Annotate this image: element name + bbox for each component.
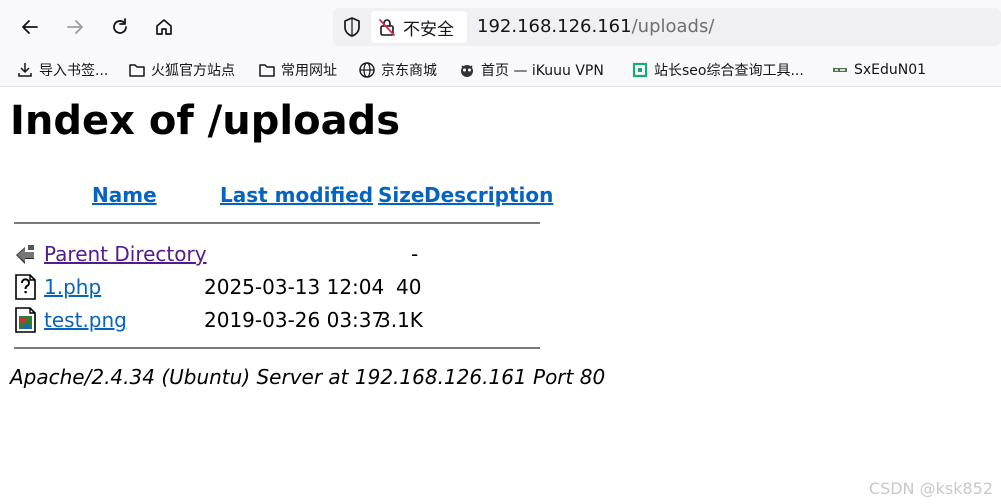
ikuuu-favicon	[461, 65, 473, 77]
back-button[interactable]	[14, 11, 46, 43]
footer-divider	[14, 347, 540, 349]
bookmark-label: SxEduN01	[854, 62, 927, 78]
bookmark-label: 站长seo综合查询工具...	[654, 63, 804, 79]
bookmark-firefox-sites[interactable]: 火狐官方站点	[128, 60, 235, 80]
row-size: 3.1K	[378, 308, 423, 332]
bookmark-label: 常用网址	[281, 63, 337, 79]
bookmark-import[interactable]: 导入书签...	[16, 60, 108, 80]
globe-icon	[359, 62, 375, 78]
sort-by-name-link[interactable]: Name	[92, 183, 157, 207]
forward-arrow-icon	[67, 20, 83, 34]
page-content: Index of /uploads Name Last modified Siz…	[0, 87, 1001, 504]
bookmark-common-sites[interactable]: 常用网址	[258, 60, 337, 80]
image-file-icon[interactable]	[14, 307, 38, 333]
url-bar[interactable]: 不安全 192.168.126.161/uploads/	[333, 8, 1001, 46]
reload-button[interactable]	[104, 11, 136, 43]
back-folder-icon[interactable]	[14, 241, 38, 267]
bookmarks-bar: 导入书签... 火狐官方站点 常用网址 京东商城 首页 — iKuuu VPN …	[0, 54, 1001, 87]
unknown-file-icon[interactable]	[14, 274, 38, 300]
sort-by-description-link[interactable]: Description	[424, 183, 553, 207]
file-link-test-png[interactable]: test.png	[44, 308, 127, 332]
server-signature: Apache/2.4.34 (Ubuntu) Server at 192.168…	[10, 365, 606, 389]
bookmark-label: 京东商城	[381, 63, 437, 79]
browser-toolbar: 不安全 192.168.126.161/uploads/	[0, 0, 1001, 54]
home-icon	[156, 19, 172, 35]
reload-icon	[113, 18, 127, 34]
shield-icon[interactable]	[341, 16, 363, 38]
row-size: -	[411, 242, 419, 266]
seo-tool-favicon	[632, 62, 648, 78]
header-divider	[14, 222, 540, 224]
bookmark-seo-tool[interactable]: 站长seo综合查询工具...	[631, 60, 804, 80]
bookmark-label: 首页 — iKuuu VPN	[481, 63, 604, 79]
bookmark-label: 火狐官方站点	[151, 63, 235, 79]
parent-directory-link[interactable]: Parent Directory	[44, 242, 207, 266]
bookmark-label: 导入书签...	[39, 63, 109, 79]
bookmark-ikuuu[interactable]: 首页 — iKuuu VPN	[458, 60, 604, 80]
sort-by-modified-link[interactable]: Last modified	[220, 183, 373, 207]
security-indicator[interactable]: 不安全	[371, 11, 467, 43]
sort-by-size-link[interactable]: Size	[378, 183, 424, 207]
url-text[interactable]: 192.168.126.161/uploads/	[477, 16, 714, 37]
import-bookmarks-icon	[18, 63, 32, 77]
file-link-1-php[interactable]: 1.php	[44, 275, 101, 299]
row-size: 40	[396, 275, 422, 299]
row-modified: 2019-03-26 03:37	[204, 308, 385, 332]
folder-icon	[259, 64, 275, 77]
insecure-lock-icon	[379, 19, 395, 36]
forward-button[interactable]	[59, 11, 91, 43]
security-label: 不安全	[403, 19, 454, 40]
url-path: /uploads/	[631, 16, 715, 37]
bookmark-sxedun01[interactable]: SxEduN01	[831, 60, 926, 80]
bookmark-jd[interactable]: 京东商城	[358, 60, 437, 80]
url-host: 192.168.126.161	[477, 16, 632, 37]
folder-icon	[129, 64, 145, 77]
watermark: CSDN @ksk852	[868, 479, 993, 498]
home-button[interactable]	[148, 11, 180, 43]
page-title: Index of /uploads	[10, 98, 400, 144]
sxedun01-favicon	[833, 68, 847, 72]
back-arrow-icon	[22, 20, 38, 34]
row-modified: 2025-03-13 12:04	[204, 275, 385, 299]
